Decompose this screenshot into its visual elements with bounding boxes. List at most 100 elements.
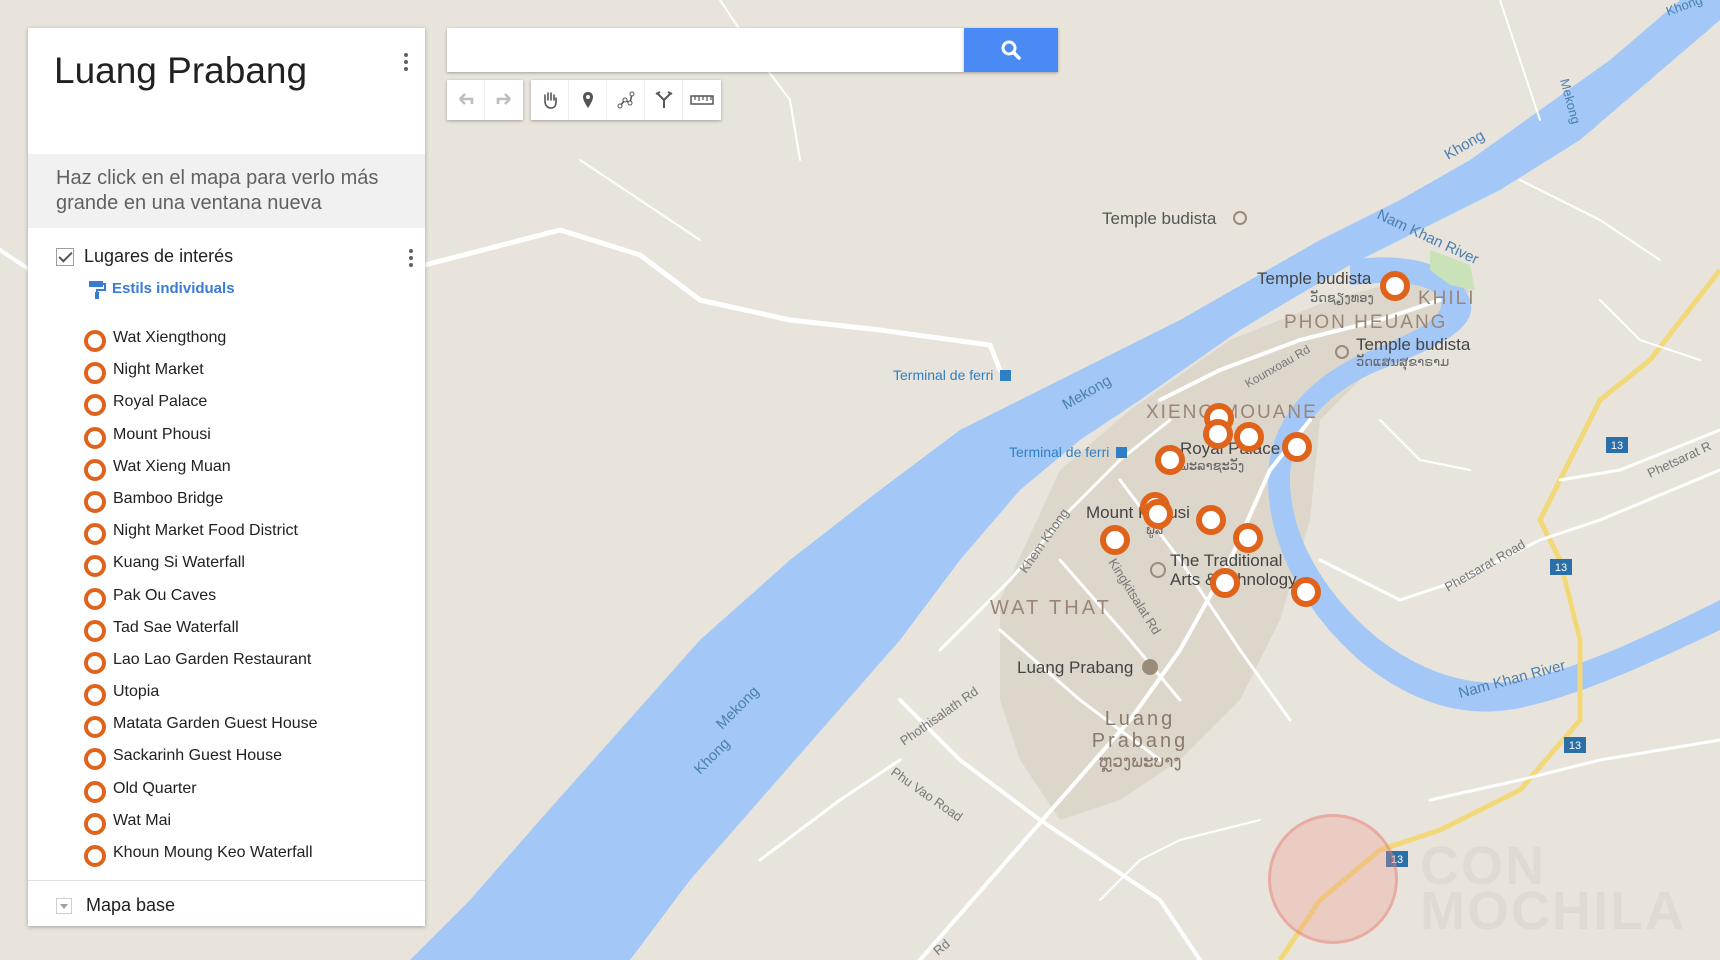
- map-label-temple-lao: ວັດຊຽງທອງ: [1310, 290, 1374, 306]
- map-marker[interactable]: [1196, 505, 1226, 535]
- place-name[interactable]: Lao Lao Garden Restaurant: [113, 651, 311, 669]
- map-label-district: KHILI: [1418, 288, 1476, 309]
- watermark-text: MOCHILA: [1420, 881, 1686, 941]
- place-name[interactable]: Wat Mai: [113, 812, 171, 830]
- drawing-toolbar: [531, 80, 721, 120]
- map-marker[interactable]: [1143, 499, 1173, 529]
- map-label-temple-lao: ວັດແສນສຸຂາຣາມ: [1356, 354, 1449, 371]
- layer-title[interactable]: Lugares de interés: [84, 246, 233, 267]
- place-name[interactable]: Tad Sae Waterfall: [113, 619, 239, 637]
- map-label-poi: The Traditional: [1170, 551, 1282, 570]
- draw-line-button[interactable]: [607, 80, 645, 120]
- select-hand-button[interactable]: [531, 80, 569, 120]
- place-name[interactable]: Night Market: [113, 361, 204, 379]
- marker-ring-icon: [84, 555, 106, 578]
- route-13-shield: 13: [1606, 437, 1628, 453]
- place-name[interactable]: Matata Garden Guest House: [113, 715, 318, 733]
- draw-line-icon: [617, 91, 635, 109]
- redo-icon: [496, 93, 511, 105]
- marker-ring-icon: [84, 684, 106, 707]
- chevron-down-icon[interactable]: [56, 898, 72, 914]
- map-label-poi: Luang Prabang: [1017, 658, 1133, 677]
- map-label-poi: Arts & Ethnology...: [1170, 570, 1310, 589]
- directions-icon: [655, 91, 673, 108]
- place-name[interactable]: Utopia: [113, 683, 159, 701]
- layer-options-menu-icon[interactable]: [406, 246, 416, 272]
- add-marker-button[interactable]: [569, 80, 607, 120]
- marker-icon: [583, 92, 593, 108]
- ferry-icon: [1116, 447, 1127, 458]
- map-label-ferry: Terminal de ferri: [1009, 444, 1109, 460]
- map-label-ferry: Terminal de ferri: [893, 367, 993, 383]
- map-marker[interactable]: [1380, 271, 1410, 301]
- search-button[interactable]: [964, 28, 1058, 72]
- marker-ring-icon: [84, 330, 106, 352]
- map-marker[interactable]: [1233, 523, 1263, 553]
- undo-button[interactable]: [447, 80, 485, 120]
- map-label-temple: Temple budista: [1102, 209, 1217, 228]
- place-name[interactable]: Night Market Food District: [113, 522, 298, 540]
- map-label-town-lao: ຫຼວງພະບາງ: [1098, 752, 1181, 772]
- place-name[interactable]: Royal Palace: [113, 393, 207, 411]
- marker-ring-icon: [84, 748, 106, 771]
- map-marker[interactable]: [1291, 577, 1321, 607]
- place-name[interactable]: Old Quarter: [113, 780, 197, 798]
- map-marker[interactable]: [1234, 422, 1264, 452]
- map-marker[interactable]: [1203, 419, 1233, 449]
- place-name[interactable]: Khoun Moung Keo Waterfall: [113, 844, 313, 862]
- map-label-temple: Temple budista: [1257, 269, 1372, 288]
- map-marker[interactable]: [1155, 445, 1185, 475]
- place-name[interactable]: Sackarinh Guest House: [113, 747, 282, 765]
- map-legend-panel: Luang Prabang Haz click en el mapa para …: [28, 28, 425, 926]
- marker-ring-icon: [84, 490, 106, 513]
- base-map-toggle[interactable]: Mapa base: [56, 892, 356, 920]
- map-marker[interactable]: [1210, 568, 1240, 598]
- marker-ring-icon: [84, 587, 106, 610]
- map-marker[interactable]: [1282, 432, 1312, 462]
- layer-visibility-checkbox[interactable]: [56, 248, 74, 266]
- marker-ring-icon: [84, 716, 106, 739]
- place-name[interactable]: Pak Ou Caves: [113, 587, 216, 605]
- map-description: Haz click en el mapa para verlo más gran…: [28, 154, 425, 228]
- place-name[interactable]: Wat Xiengthong: [113, 329, 226, 347]
- place-name[interactable]: Bamboo Bridge: [113, 490, 223, 508]
- place-name[interactable]: Kuang Si Waterfall: [113, 554, 245, 572]
- hand-icon: [544, 92, 557, 109]
- map-label-district: WAT THAT: [990, 597, 1112, 619]
- marker-ring-icon: [84, 812, 106, 835]
- svg-text:13: 13: [1569, 740, 1581, 752]
- map-label-poi: Mount Phousi: [1086, 503, 1190, 522]
- map-label-poi-lao: ພະລາຊະວັງ: [1180, 458, 1244, 474]
- watermark-logo: [1268, 814, 1398, 944]
- undo-icon: [459, 93, 474, 105]
- map-label-town: Prabang: [1092, 730, 1189, 752]
- redo-button[interactable]: [485, 80, 523, 120]
- map-label-district: PHON HEUANG: [1284, 312, 1447, 333]
- marker-ring-icon: [84, 523, 106, 546]
- svg-text:13: 13: [1555, 562, 1567, 574]
- marker-ring-icon: [84, 780, 106, 803]
- place-name[interactable]: Wat Xieng Muan: [113, 458, 231, 476]
- ruler-icon: [690, 95, 714, 105]
- history-toolbar: [447, 80, 523, 120]
- marker-ring-icon: [84, 394, 106, 417]
- map-marker[interactable]: [1100, 525, 1130, 555]
- map-options-menu-icon[interactable]: [401, 50, 411, 76]
- base-map-label[interactable]: Mapa base: [86, 895, 175, 916]
- layer-style-label[interactable]: Estils individuals: [112, 280, 235, 297]
- map-label-town: Luang: [1105, 708, 1176, 730]
- search-icon: [1001, 40, 1021, 60]
- marker-ring-icon: [84, 426, 106, 449]
- marker-ring-icon: [84, 458, 106, 481]
- map-description-text: Haz click en el mapa para verlo más gran…: [56, 167, 379, 214]
- add-directions-button[interactable]: [645, 80, 683, 120]
- map-label-temple: Temple budista: [1356, 335, 1471, 354]
- svg-text:13: 13: [1611, 440, 1623, 452]
- map-title[interactable]: Luang Prabang: [54, 50, 307, 92]
- search-input[interactable]: [447, 28, 964, 72]
- measure-button[interactable]: [683, 80, 721, 120]
- place-name[interactable]: Mount Phousi: [113, 426, 211, 444]
- bus-poi-icon: [1142, 659, 1158, 675]
- route-13-shield: 13: [1550, 559, 1572, 575]
- paint-roller-icon: [89, 281, 106, 299]
